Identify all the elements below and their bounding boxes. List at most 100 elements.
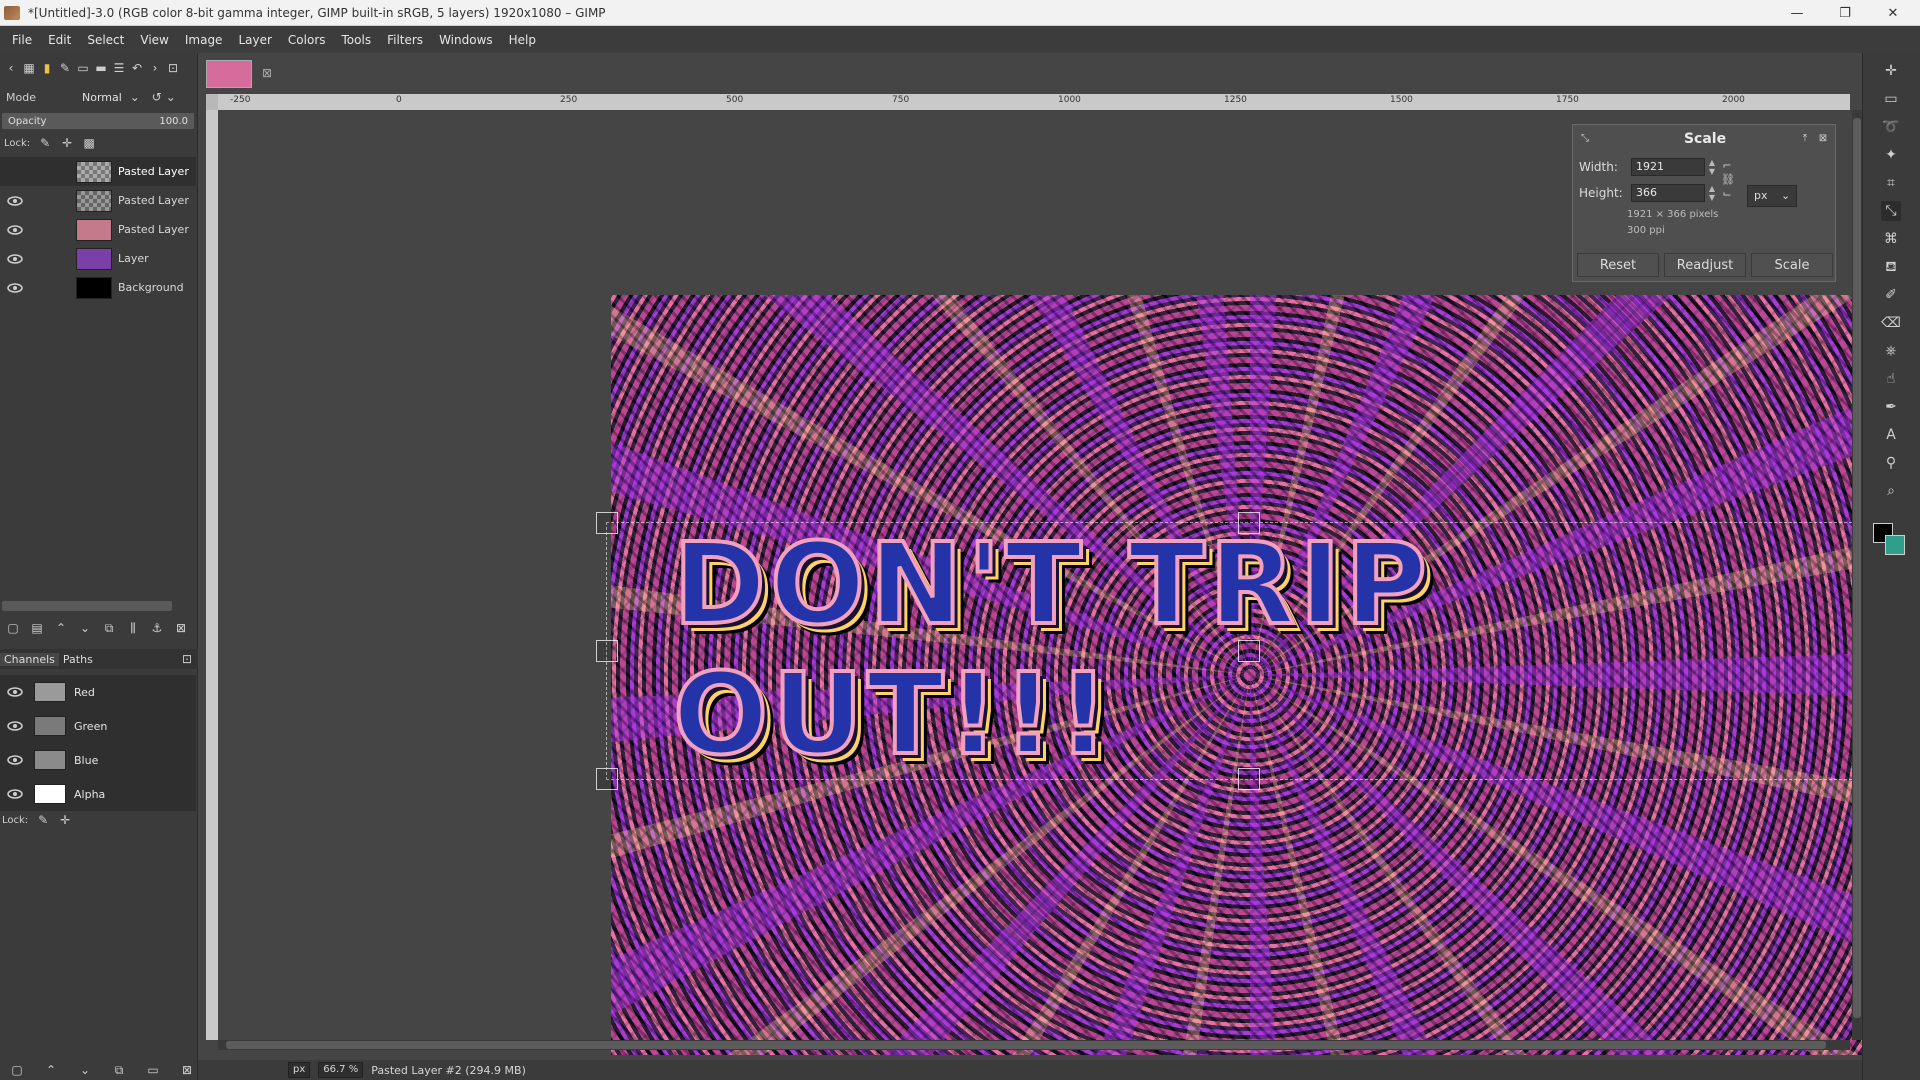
opacity-slider[interactable]: Opacity 100.0 — [2, 113, 194, 129]
eye-icon[interactable] — [6, 250, 24, 268]
layer-name[interactable]: Pasted Layer — [118, 194, 189, 207]
reset-mode-icon[interactable]: ↺ — [150, 90, 164, 104]
scroll-thumb[interactable] — [1853, 118, 1861, 1018]
readjust-button[interactable]: Readjust — [1664, 253, 1746, 277]
crop-tool-icon[interactable]: ⌗ — [1881, 173, 1901, 193]
scale-handle[interactable] — [596, 768, 618, 790]
channel-name[interactable]: Blue — [74, 754, 98, 767]
menu-tools[interactable]: Tools — [334, 33, 380, 47]
eye-icon[interactable] — [6, 717, 24, 735]
scroll-thumb[interactable] — [226, 1041, 1826, 1049]
chevron-down-icon[interactable]: ⌄ — [164, 90, 178, 104]
image-tab-thumbnail[interactable] — [206, 60, 252, 88]
minimize-button[interactable]: — — [1774, 0, 1820, 26]
height-input[interactable]: 366 — [1631, 184, 1705, 202]
eye-icon[interactable] — [6, 683, 24, 701]
new-layer-group-icon[interactable]: ▢ — [6, 621, 20, 635]
lower-layer-icon[interactable]: ⌄ — [78, 621, 92, 635]
vertical-scrollbar[interactable] — [1852, 110, 1862, 1040]
scale-handle[interactable] — [596, 512, 618, 534]
pencil-icon[interactable]: ✎ — [58, 61, 72, 75]
duplicate-channel-icon[interactable]: ⧉ — [112, 1063, 126, 1077]
menu-filters[interactable]: Filters — [379, 33, 431, 47]
layer-name[interactable]: Pasted Layer — [118, 165, 189, 178]
menu-image[interactable]: Image — [177, 33, 231, 47]
layer-name[interactable]: Pasted Layer — [118, 223, 189, 236]
channel-name[interactable]: Alpha — [74, 788, 105, 801]
menu-edit[interactable]: Edit — [40, 33, 79, 47]
bucket-fill-tool-icon[interactable]: ⛾ — [1881, 257, 1901, 277]
undo-icon[interactable]: ↶ — [130, 61, 144, 75]
unit-select[interactable]: px ⌄ — [1747, 185, 1797, 207]
channel-to-selection-icon[interactable]: ▭ — [146, 1063, 160, 1077]
menu-help[interactable]: Help — [501, 33, 544, 47]
menu-colors[interactable]: Colors — [280, 33, 334, 47]
anchor-layer-icon[interactable]: ⚓ — [150, 621, 164, 635]
pin-icon[interactable]: ⤒ — [1799, 133, 1811, 145]
lock-pixels-icon[interactable]: ✎ — [38, 136, 52, 150]
layer-row[interactable]: Layer — [0, 244, 196, 273]
duplicate-layer-icon[interactable]: ⧉ — [102, 621, 116, 635]
smudge-tool-icon[interactable]: ☝ — [1881, 369, 1901, 389]
close-button[interactable]: ✕ — [1870, 0, 1916, 26]
eye-icon[interactable] — [6, 279, 24, 297]
tab-paths[interactable]: Paths — [59, 653, 97, 666]
channel-name[interactable]: Red — [74, 686, 95, 699]
layer-row[interactable]: Pasted Layer — [0, 186, 196, 215]
layer-name[interactable]: Layer — [118, 252, 149, 265]
background-color-swatch[interactable] — [1885, 535, 1905, 555]
brush-icon[interactable]: ▮ — [40, 61, 54, 75]
lock-alpha-icon[interactable]: ▩ — [82, 136, 96, 150]
channel-row[interactable]: Alpha — [0, 777, 196, 811]
visibility-off-icon[interactable] — [6, 163, 24, 181]
close-icon[interactable]: ⊠ — [1817, 133, 1829, 145]
lock-position-icon[interactable]: ✛ — [60, 136, 74, 150]
eye-icon[interactable] — [6, 192, 24, 210]
zoom-dropdown[interactable]: 66.7 % — [318, 1062, 364, 1078]
chevron-down-icon[interactable]: ⌄ — [128, 90, 142, 104]
tab-menu-icon[interactable]: ⊡ — [180, 652, 194, 666]
scale-tool-icon[interactable]: ⤡ — [1881, 201, 1901, 221]
layer-row[interactable]: Pasted Layer — [0, 215, 196, 244]
dock-menu-icon[interactable]: ⊡ — [166, 61, 180, 75]
menu-windows[interactable]: Windows — [431, 33, 501, 47]
color-picker-tool-icon[interactable]: ⚲ — [1881, 453, 1901, 473]
layer-name[interactable]: Background — [118, 281, 184, 294]
chain-link-icon[interactable]: ⌐ ⛓ ⌙ — [1721, 159, 1735, 201]
zoom-tool-icon[interactable]: ⌕ — [1881, 481, 1901, 501]
warp-tool-icon[interactable]: ⌘ — [1881, 229, 1901, 249]
eye-icon[interactable] — [6, 221, 24, 239]
vertical-ruler[interactable] — [206, 110, 218, 1040]
horizontal-scrollbar[interactable] — [218, 1040, 1850, 1050]
layers-scrollbar[interactable] — [2, 601, 172, 611]
new-layer-icon[interactable]: ▤ — [30, 621, 44, 635]
maximize-button[interactable]: ❐ — [1822, 0, 1868, 26]
eraser-tool-icon[interactable]: ⌫ — [1881, 313, 1901, 333]
lock-pixels-icon[interactable]: ✎ — [36, 813, 50, 827]
layer-row[interactable]: Background — [0, 273, 196, 302]
raise-layer-icon[interactable]: ⌃ — [54, 621, 68, 635]
text-tool-icon[interactable]: A — [1881, 425, 1901, 445]
height-spinner[interactable]: ▲ ▼ — [1707, 184, 1717, 202]
paths-tool-icon[interactable]: ✒ — [1881, 397, 1901, 417]
delete-channel-icon[interactable]: ⊠ — [180, 1063, 194, 1077]
new-channel-icon[interactable]: ▢ — [10, 1063, 24, 1077]
menu-layer[interactable]: Layer — [230, 33, 279, 47]
chevron-right-icon[interactable]: › — [148, 61, 162, 75]
width-spinner[interactable]: ▲ ▼ — [1707, 158, 1717, 176]
eye-icon[interactable] — [6, 785, 24, 803]
tab-channels[interactable]: Channels — [0, 652, 59, 666]
fuzzy-select-tool-icon[interactable]: ✦ — [1881, 145, 1901, 165]
channel-row[interactable]: Green — [0, 709, 196, 743]
ruler-corner[interactable] — [206, 94, 218, 110]
scale-handle[interactable] — [596, 640, 618, 662]
horizontal-ruler[interactable]: -250 0 250 500 750 1000 1250 1500 1750 2… — [218, 94, 1850, 110]
opacity-value[interactable]: 100.0 — [159, 116, 188, 127]
unit-dropdown[interactable]: px — [288, 1062, 311, 1078]
scale-button[interactable]: Scale — [1751, 253, 1833, 277]
merge-layer-icon[interactable]: ⫼ — [126, 621, 140, 635]
rect-select-tool-icon[interactable]: ▭ — [1881, 89, 1901, 109]
lasso-tool-icon[interactable]: ➰ — [1881, 117, 1901, 137]
reset-button[interactable]: Reset — [1577, 253, 1659, 277]
layer-row[interactable]: Pasted Layer — [0, 157, 196, 186]
